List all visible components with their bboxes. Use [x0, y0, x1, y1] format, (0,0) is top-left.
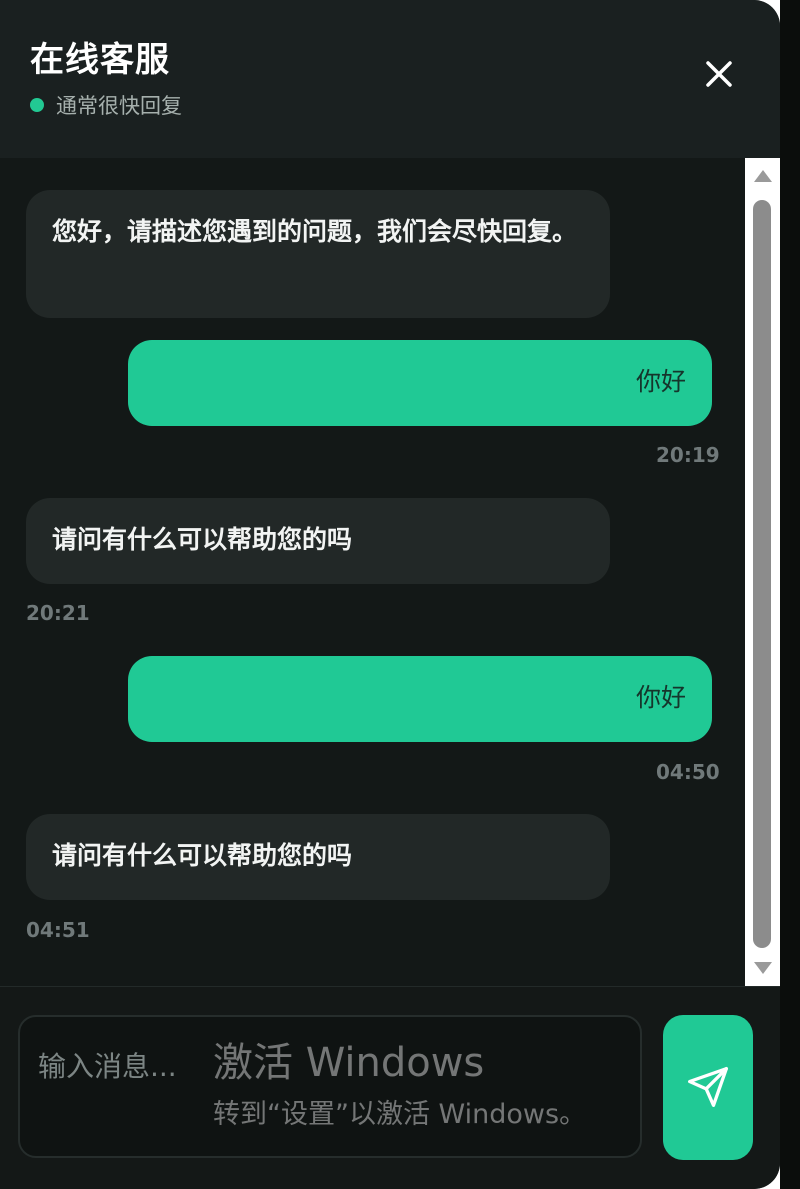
message-scrollbar[interactable] [745, 158, 780, 986]
chat-title: 在线客服 [30, 40, 170, 80]
close-button[interactable] [700, 55, 738, 93]
chat-widget: 在线客服 通常很快回复 您好，请描述您遇到的问题，我们会尽快回复。 你好 20:… [0, 0, 780, 1189]
send-button[interactable] [663, 1015, 753, 1160]
agent-message: 您好，请描述您遇到的问题，我们会尽快回复。 [26, 190, 610, 318]
chat-header: 在线客服 通常很快回复 [0, 0, 780, 158]
user-message: 你好 [128, 656, 712, 742]
send-icon [688, 1067, 728, 1107]
scroll-thumb[interactable] [753, 200, 771, 948]
agent-message: 请问有什么可以帮助您的吗 [26, 498, 610, 584]
close-icon [706, 61, 732, 87]
agent-message: 请问有什么可以帮助您的吗 [26, 814, 610, 900]
scroll-up-icon[interactable] [754, 170, 772, 182]
message-time: 04:51 [26, 918, 90, 942]
online-dot-icon [30, 98, 44, 112]
message-input[interactable]: 输入消息... [18, 1015, 642, 1158]
message-time: 04:50 [656, 760, 720, 784]
message-time: 20:21 [26, 601, 90, 625]
composer: 输入消息... [0, 986, 780, 1189]
message-list[interactable]: 您好，请描述您遇到的问题，我们会尽快回复。 你好 20:19 请问有什么可以帮助… [0, 158, 745, 986]
user-message: 你好 [128, 340, 712, 426]
status-line: 通常很快回复 [30, 90, 182, 120]
input-placeholder: 输入消息... [38, 1050, 177, 1083]
scroll-down-icon[interactable] [754, 962, 772, 974]
window-edge [780, 0, 800, 1189]
status-text: 通常很快回复 [56, 94, 182, 118]
message-time: 20:19 [656, 443, 720, 467]
